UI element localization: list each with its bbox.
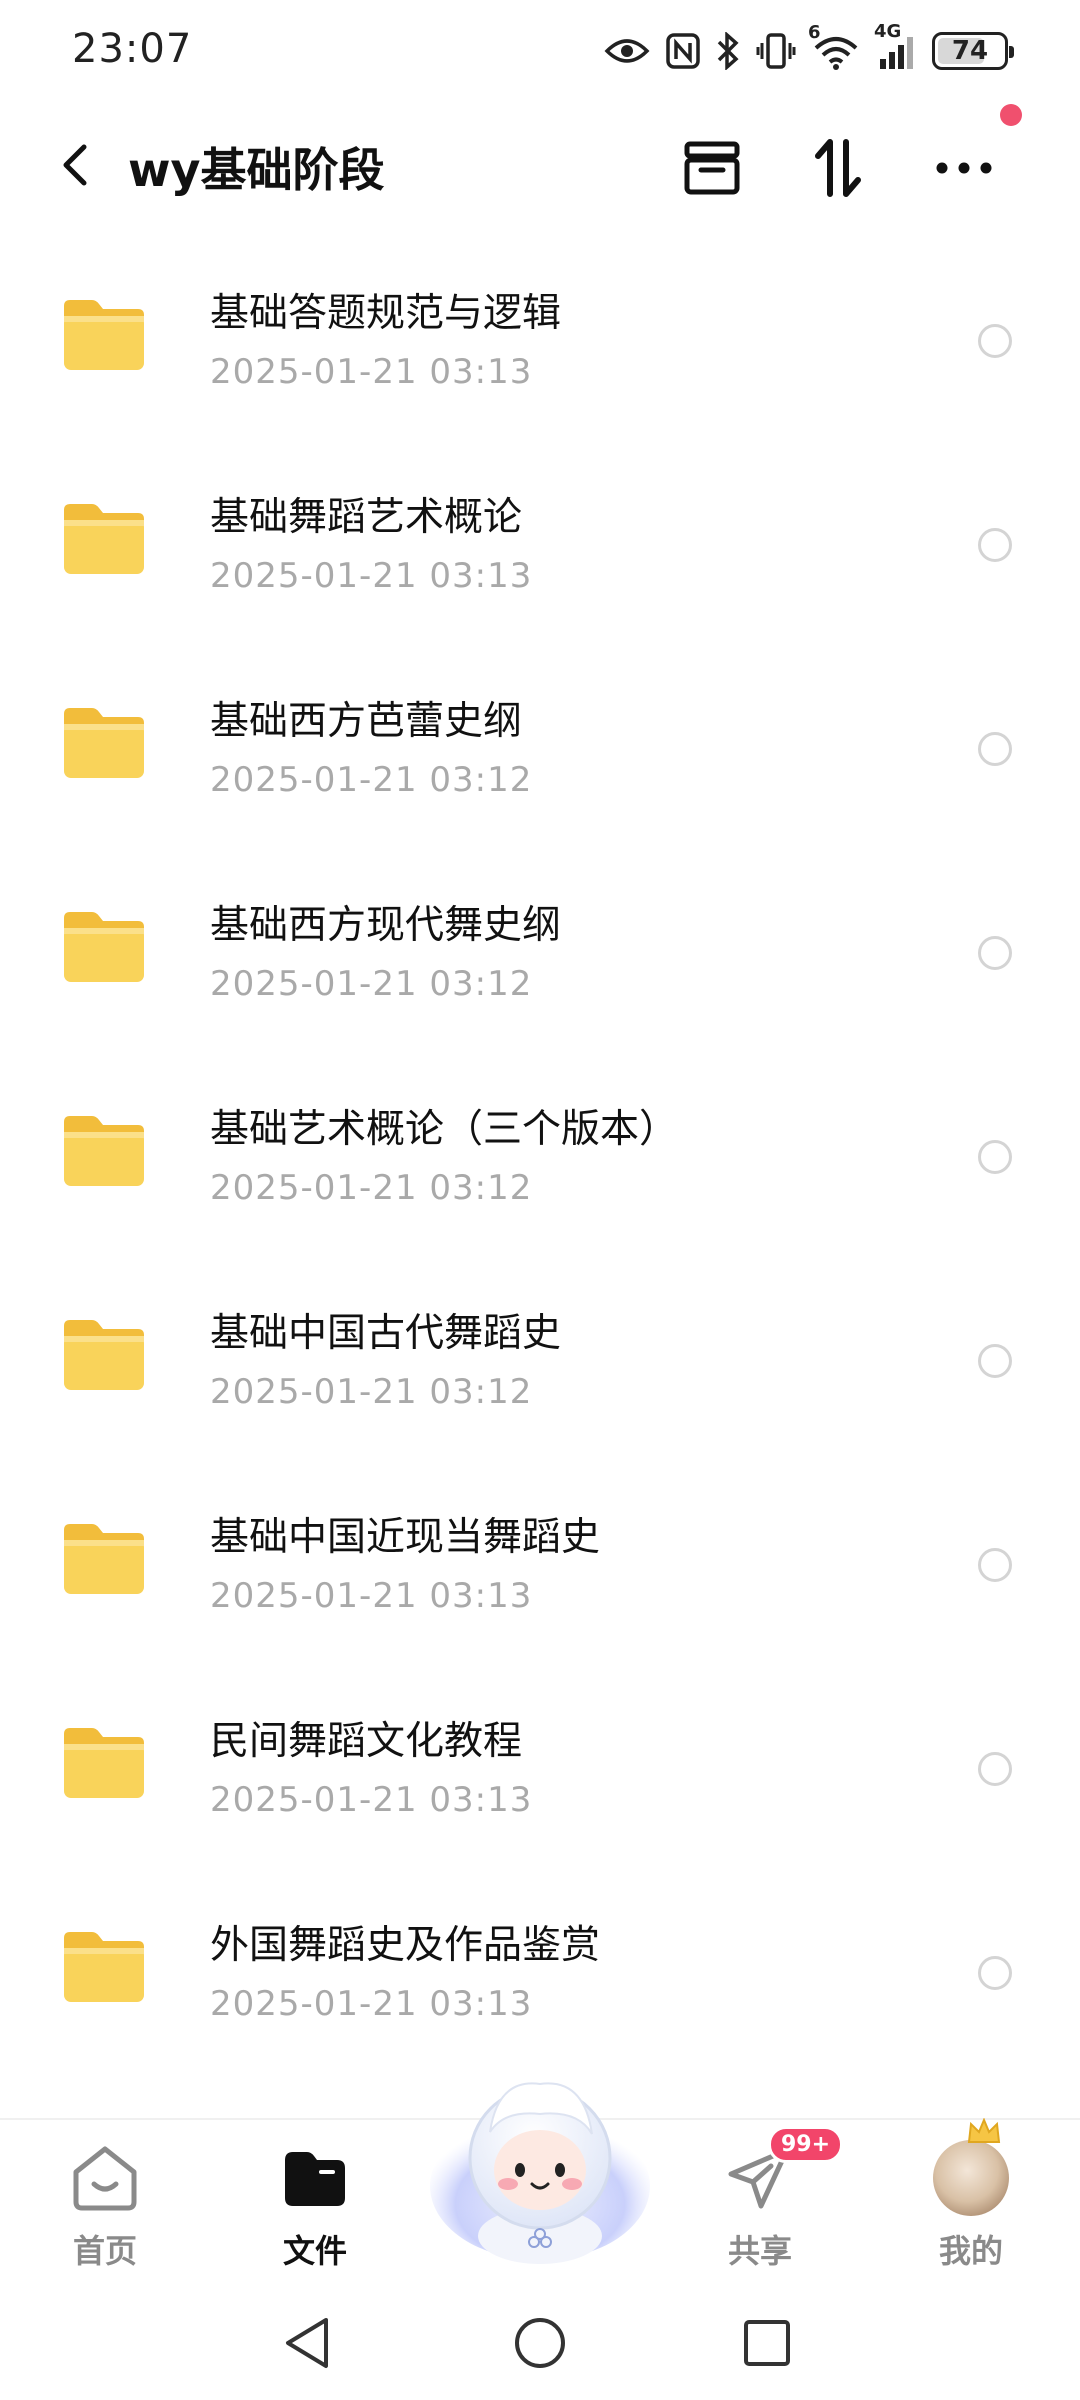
file-name: 民间舞蹈文化教程 [210, 1719, 523, 1764]
nav-home-label: 首页 [72, 2232, 137, 2270]
square-recents-icon [744, 2320, 790, 2366]
system-back-button[interactable] [272, 2308, 342, 2378]
folder-icon [64, 504, 144, 574]
nav-share-label: 共享 [727, 2232, 792, 2270]
file-date: 2025-01-21 03:12 [210, 1168, 533, 1208]
header: wy基础阶段 [0, 110, 1080, 220]
page-title: wy基础阶段 [128, 143, 385, 197]
nav-files-label: 文件 [282, 2232, 347, 2270]
file-row[interactable]: 基础舞蹈艺术概论 2025-01-21 03:13 [0, 444, 1080, 648]
nav-files[interactable]: 文件 [240, 2140, 390, 2280]
chevron-left-icon [63, 144, 87, 186]
battery-icon: 74 [932, 32, 1014, 70]
more-icon [936, 162, 992, 174]
select-checkbox[interactable] [978, 732, 1012, 766]
file-name: 基础西方现代舞史纲 [210, 903, 562, 948]
file-date: 2025-01-21 03:12 [210, 760, 533, 800]
archive-icon [684, 141, 740, 195]
system-nav-bar [0, 2288, 1080, 2400]
folder-icon [64, 912, 144, 982]
select-checkbox[interactable] [978, 1956, 1012, 1990]
folder-icon [64, 1932, 144, 2002]
file-name: 基础西方芭蕾史纲 [210, 699, 523, 744]
file-name: 基础舞蹈艺术概论 [210, 495, 523, 540]
system-home-button[interactable] [505, 2308, 575, 2378]
select-checkbox[interactable] [978, 1752, 1012, 1786]
file-date: 2025-01-21 03:12 [210, 964, 533, 1004]
system-recents-button[interactable] [732, 2308, 802, 2378]
folder-icon [64, 1320, 144, 1390]
file-date: 2025-01-21 03:13 [210, 352, 533, 392]
share-badge: 99+ [768, 2126, 844, 2163]
file-date: 2025-01-21 03:13 [210, 556, 533, 596]
file-row[interactable]: 外国舞蹈史及作品鉴赏 2025-01-21 03:13 [0, 1872, 1080, 2076]
more-button[interactable] [924, 128, 1004, 208]
file-row[interactable]: 基础答题规范与逻辑 2025-01-21 03:13 [0, 240, 1080, 444]
file-date: 2025-01-21 03:13 [210, 1984, 533, 2024]
folder-icon [64, 1116, 144, 1186]
folder-filled-icon [285, 2152, 345, 2206]
network-label: 4G [874, 21, 902, 42]
folder-icon [64, 1524, 144, 1594]
bluetooth-icon [716, 32, 740, 70]
avatar [933, 2118, 1009, 2216]
home-icon [73, 2146, 137, 2211]
file-list: 基础答题规范与逻辑 2025-01-21 03:13 基础舞蹈艺术概论 2025… [0, 240, 1080, 2076]
nav-mine-label: 我的 [938, 2232, 1003, 2270]
nav-home[interactable]: 首页 [30, 2140, 180, 2280]
file-name: 基础中国古代舞蹈史 [210, 1311, 562, 1356]
status-bar: 23:07 6 4G 74 [0, 0, 1080, 100]
file-row[interactable]: 基础中国近现当舞蹈史 2025-01-21 03:13 [0, 1464, 1080, 1668]
status-icons: 6 4G 74 [604, 21, 1014, 76]
file-name: 基础答题规范与逻辑 [210, 291, 562, 336]
file-name: 基础中国近现当舞蹈史 [210, 1515, 601, 1560]
nav-mine[interactable]: 我的 [896, 2118, 1046, 2280]
file-row[interactable]: 基础西方现代舞史纲 2025-01-21 03:12 [0, 852, 1080, 1056]
folder-icon [64, 708, 144, 778]
vibrate-icon [756, 32, 796, 70]
file-row[interactable]: 基础中国古代舞蹈史 2025-01-21 03:12 [0, 1260, 1080, 1464]
archive-button[interactable] [672, 128, 752, 208]
wifi-icon: 6 [808, 22, 860, 70]
select-checkbox[interactable] [978, 1548, 1012, 1582]
notification-dot [1000, 104, 1022, 126]
wifi-label: 6 [808, 22, 821, 43]
file-date: 2025-01-21 03:12 [210, 1372, 533, 1412]
file-date: 2025-01-21 03:13 [210, 1780, 533, 1820]
signal-icon: 4G [874, 21, 916, 69]
file-row[interactable]: 基础艺术概论（三个版本） 2025-01-21 03:12 [0, 1056, 1080, 1260]
file-name: 基础艺术概论（三个版本） [210, 1107, 679, 1152]
select-checkbox[interactable] [978, 1140, 1012, 1174]
select-checkbox[interactable] [978, 324, 1012, 358]
select-checkbox[interactable] [978, 936, 1012, 970]
status-time: 23:07 [72, 26, 193, 72]
file-date: 2025-01-21 03:13 [210, 1576, 533, 1616]
nav-share[interactable]: 99+ 共享 [685, 2126, 844, 2280]
back-button[interactable] [40, 130, 110, 200]
file-row[interactable]: 基础西方芭蕾史纲 2025-01-21 03:12 [0, 648, 1080, 852]
triangle-back-icon [286, 2318, 328, 2368]
folder-icon [64, 300, 144, 370]
file-name: 外国舞蹈史及作品鉴赏 [210, 1923, 601, 1968]
select-checkbox[interactable] [978, 1344, 1012, 1378]
sort-button[interactable] [798, 128, 878, 208]
folder-icon [64, 1728, 144, 1798]
nfc-icon [666, 33, 700, 69]
crown-icon [967, 2118, 1001, 2143]
mascot-assistant-button[interactable] [428, 2058, 652, 2268]
sort-icon [815, 139, 861, 197]
circle-home-icon [515, 2318, 565, 2368]
eye-icon [604, 36, 650, 66]
battery-level: 74 [951, 36, 989, 66]
file-row[interactable]: 民间舞蹈文化教程 2025-01-21 03:13 [0, 1668, 1080, 1872]
select-checkbox[interactable] [978, 528, 1012, 562]
